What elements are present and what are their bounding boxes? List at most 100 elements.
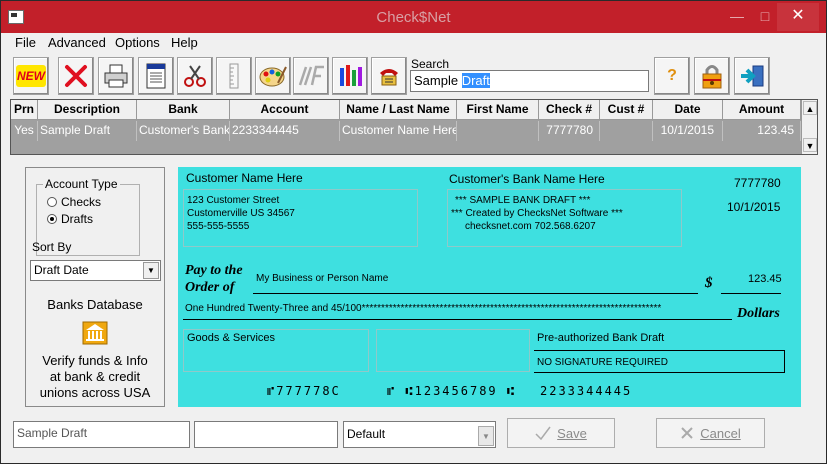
check-date: 10/1/2015: [727, 200, 781, 214]
lock-icon: [702, 65, 722, 89]
description-field[interactable]: Sample Draft: [13, 421, 190, 448]
grid-scrollbar[interactable]: ▲ ▼: [801, 100, 817, 154]
font-button[interactable]: [293, 57, 329, 95]
verify-funds-text: Verify funds & Info at bank & credit uni…: [26, 353, 164, 401]
scroll-up-icon[interactable]: ▲: [803, 101, 817, 115]
secondary-field[interactable]: [194, 421, 338, 448]
signature-line-side: [784, 351, 785, 373]
menu-advanced[interactable]: Advanced: [48, 35, 106, 50]
sort-by-select[interactable]: Draft Date ▼: [30, 260, 161, 281]
phone-button[interactable]: [371, 57, 407, 95]
window-title: Check$Net: [376, 9, 451, 26]
verify-line-1: Verify funds & Info: [42, 353, 148, 368]
lock-button[interactable]: [694, 57, 730, 95]
dollar-sign: $: [705, 275, 713, 291]
radio-drafts-dot[interactable]: [47, 214, 57, 224]
search-selected-text: Draft: [461, 73, 490, 88]
cell-amount: 123.45: [723, 121, 801, 141]
close-button[interactable]: ✕: [777, 3, 819, 31]
col-header-account[interactable]: Account: [230, 100, 340, 120]
memo-box-2: [376, 329, 530, 372]
bank-icon[interactable]: [82, 321, 108, 345]
cell-prn: Yes: [11, 121, 38, 141]
check-customer-name: Customer Name Here: [186, 171, 303, 185]
sidebar-panel: Account Type Checks Drafts Sort By Draft…: [25, 167, 165, 407]
customer-address-line-2: Customerville US 34567: [187, 208, 295, 219]
template-select[interactable]: Default ▼: [343, 421, 496, 448]
cancel-button[interactable]: Cancel: [656, 418, 765, 448]
table-row[interactable]: Yes Sample Draft Customer's Bank 2233344…: [11, 121, 801, 141]
chart-icon: [340, 65, 362, 86]
customer-address-line-3: 555-555-5555: [187, 221, 250, 232]
cell-name: Customer Name Here: [340, 121, 457, 141]
memo-text: Goods & Services: [187, 332, 276, 344]
menu-options[interactable]: Options: [115, 35, 160, 50]
maximize-button[interactable]: □: [753, 3, 777, 31]
check-number: 7777780: [734, 176, 781, 190]
cancel-button-label: Cancel: [700, 425, 741, 441]
radio-drafts[interactable]: Drafts: [47, 212, 93, 226]
menu-file[interactable]: File: [15, 35, 36, 50]
cell-bank: Customer's Bank: [137, 121, 230, 141]
verify-line-3: unions across USA: [39, 385, 151, 400]
palette-icon: [259, 66, 287, 87]
scroll-down-icon[interactable]: ▼: [803, 138, 817, 152]
template-select-value: Default: [347, 427, 386, 441]
micr-account-number: 2233344445: [540, 384, 633, 398]
chevron-down-icon[interactable]: ▼: [478, 426, 494, 446]
check-preview: Customer Name Here 123 Customer Street C…: [178, 167, 801, 407]
amount-line: [721, 293, 781, 294]
pay-to-label: Pay to the Order of: [185, 262, 243, 296]
cell-account: 2233344445: [230, 121, 340, 141]
delete-button[interactable]: [58, 57, 94, 95]
col-header-prn[interactable]: Prn: [11, 100, 38, 120]
check-amount: 123.45: [748, 273, 782, 285]
colors-button[interactable]: [255, 57, 291, 95]
radio-drafts-label: Drafts: [61, 212, 94, 226]
bank-info-line-2: *** Created by ChecksNet Software ***: [451, 208, 623, 219]
ruler-icon: [229, 63, 239, 89]
help-button[interactable]: ?: [654, 57, 690, 95]
chevron-down-icon[interactable]: ▼: [143, 262, 159, 279]
verify-line-2: at bank & credit: [49, 369, 141, 384]
toolbar: NEW Search Sample Draft ?: [1, 53, 826, 99]
col-header-cust-num[interactable]: Cust #: [600, 100, 653, 120]
sort-by-label: Sort By: [32, 240, 72, 254]
menu-help[interactable]: Help: [171, 35, 198, 50]
col-header-check-num[interactable]: Check #: [539, 100, 600, 120]
edit-bar: Sample Draft Default ▼ Save Cancel: [1, 413, 826, 463]
col-header-date[interactable]: Date: [653, 100, 723, 120]
cell-date: 10/1/2015: [653, 121, 723, 141]
col-header-name[interactable]: Name / Last Name: [340, 100, 457, 120]
cut-button[interactable]: [177, 57, 213, 95]
cut-icon: [184, 65, 206, 87]
radio-checks[interactable]: Checks: [47, 195, 101, 209]
col-header-description[interactable]: Description: [38, 100, 137, 120]
new-button[interactable]: NEW: [13, 57, 49, 95]
sort-by-value: Draft Date: [34, 263, 89, 277]
cell-cust-num: [600, 121, 653, 141]
print-button[interactable]: [98, 57, 134, 95]
records-grid[interactable]: Prn Description Bank Account Name / Last…: [10, 99, 818, 155]
col-header-first-name[interactable]: First Name: [457, 100, 539, 120]
chart-button[interactable]: [332, 57, 368, 95]
save-button[interactable]: Save: [507, 418, 615, 448]
signature-line-bottom: [534, 372, 785, 373]
amount-words-line: [183, 319, 732, 320]
no-signature-text: NO SIGNATURE REQUIRED: [537, 357, 668, 368]
bank-info-line-1: *** SAMPLE BANK DRAFT ***: [455, 195, 591, 206]
title-bar: Check$Net — □ ✕: [1, 1, 826, 33]
report-button[interactable]: [138, 57, 174, 95]
preauth-text: Pre-authorized Bank Draft: [537, 332, 665, 344]
minimize-button[interactable]: —: [723, 3, 751, 31]
micr-routing-number: ⑈ ⑆123456789 ⑆: [387, 384, 517, 398]
delete-icon: [65, 65, 87, 87]
col-header-amount[interactable]: Amount: [723, 100, 801, 120]
bank-info-line-3: checksnet.com 702.568.6207: [465, 221, 596, 232]
radio-checks-dot[interactable]: [47, 197, 57, 207]
search-input[interactable]: Sample Draft: [410, 70, 649, 92]
exit-button[interactable]: [734, 57, 770, 95]
col-header-bank[interactable]: Bank: [137, 100, 230, 120]
cell-check-num: 7777780: [539, 121, 600, 141]
ruler-button[interactable]: [216, 57, 252, 95]
